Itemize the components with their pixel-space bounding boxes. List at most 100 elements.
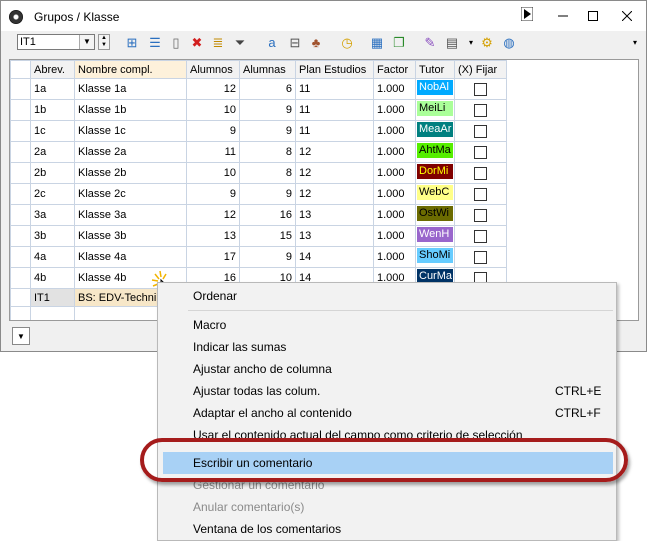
menu-item-ajustar-ancho[interactable]: Ajustar ancho de columna bbox=[193, 362, 332, 376]
cell-alumnos[interactable]: 11 bbox=[186, 141, 240, 163]
toolbar-overflow-icon[interactable]: ▾ bbox=[627, 35, 643, 51]
spin-buttons[interactable]: ▲ ▼ bbox=[98, 34, 110, 50]
table-row[interactable]: 3a Klasse 3a 12 16 13 1.000 OstWi bbox=[10, 204, 507, 226]
filter-icon[interactable]: ⏷ bbox=[232, 35, 248, 51]
cell-fijar[interactable] bbox=[454, 162, 507, 184]
cell-plan[interactable]: 12 bbox=[295, 183, 374, 205]
table-row[interactable]: 4a Klasse 4a 17 9 14 1.000 ShoMi bbox=[10, 246, 507, 268]
cell-plan[interactable]: 11 bbox=[295, 120, 374, 142]
row-header[interactable] bbox=[10, 288, 31, 307]
maximize-button[interactable] bbox=[579, 3, 607, 29]
cell-alumnas[interactable]: 16 bbox=[239, 204, 296, 226]
cell-plan[interactable]: 13 bbox=[295, 225, 374, 247]
menu-item-ventana-comentarios[interactable]: Ventana de los comentarios bbox=[193, 522, 341, 536]
settings-doc-icon[interactable]: ▤ bbox=[444, 35, 460, 51]
menu-item-indicar-sumas[interactable]: Indicar las sumas bbox=[193, 340, 286, 354]
row-header[interactable] bbox=[10, 78, 31, 100]
spelling-icon[interactable]: a bbox=[264, 35, 280, 51]
fijar-checkbox[interactable] bbox=[474, 166, 487, 180]
cell-plan[interactable]: 14 bbox=[295, 246, 374, 268]
fijar-checkbox[interactable] bbox=[474, 187, 487, 201]
row-header[interactable] bbox=[10, 99, 31, 121]
class-selector-combo[interactable]: IT1 ▼ bbox=[17, 34, 95, 50]
fijar-checkbox[interactable] bbox=[474, 145, 487, 159]
new-document-icon[interactable]: ▯ bbox=[168, 35, 184, 51]
list-icon[interactable]: ☰ bbox=[147, 35, 163, 51]
cell-alumnos[interactable]: 17 bbox=[186, 246, 240, 268]
cell-alumnas[interactable]: 9 bbox=[239, 120, 296, 142]
cell-abrev[interactable]: 2c bbox=[30, 183, 75, 205]
chevron-down-icon[interactable]: ▼ bbox=[12, 327, 30, 345]
cell-fijar[interactable] bbox=[454, 99, 507, 121]
cell-tutor[interactable]: AhtMa bbox=[415, 141, 455, 163]
table-row[interactable]: 1c Klasse 1c 9 9 11 1.000 MeaAr bbox=[10, 120, 507, 142]
cell-tutor[interactable]: MeaAr bbox=[415, 120, 455, 142]
cell-abrev[interactable]: 3a bbox=[30, 204, 75, 226]
cell-fijar[interactable] bbox=[454, 246, 507, 268]
col-header-nombre[interactable]: Nombre compl. bbox=[74, 60, 187, 79]
cell-alumnas[interactable]: 15 bbox=[239, 225, 296, 247]
cell-nombre[interactable]: Klasse 2a bbox=[74, 141, 187, 163]
cell-tutor[interactable]: MeiLi bbox=[415, 99, 455, 121]
cell-abrev[interactable]: 1a bbox=[30, 78, 75, 100]
cell-nombre[interactable]: Klasse 2c bbox=[74, 183, 187, 205]
row-header[interactable] bbox=[10, 246, 31, 268]
row-header[interactable] bbox=[10, 120, 31, 142]
cell-tutor[interactable]: WebC bbox=[415, 183, 455, 205]
cell-factor[interactable]: 1.000 bbox=[373, 225, 416, 247]
cell-nombre[interactable]: Klasse 4a bbox=[74, 246, 187, 268]
cell-alumnos[interactable]: 10 bbox=[186, 162, 240, 184]
menu-item-ordenar[interactable]: Ordenar bbox=[193, 289, 237, 303]
table-row[interactable]: 2a Klasse 2a 11 8 12 1.000 AhtMa bbox=[10, 141, 507, 163]
cell-abrev[interactable]: 4a bbox=[30, 246, 75, 268]
cell-abrev[interactable]: 3b bbox=[30, 225, 75, 247]
dropdown-arrow-icon[interactable]: ▾ bbox=[463, 35, 479, 51]
cell-tutor[interactable]: NobAl bbox=[415, 78, 455, 100]
cell-alumnas[interactable]: 9 bbox=[239, 246, 296, 268]
fijar-checkbox[interactable] bbox=[474, 229, 487, 243]
cell-alumnas[interactable]: 9 bbox=[239, 99, 296, 121]
cell-factor[interactable]: 1.000 bbox=[373, 204, 416, 226]
empty-cell[interactable] bbox=[30, 306, 75, 320]
menu-item-macro[interactable]: Macro bbox=[193, 318, 226, 332]
cell-tutor[interactable]: ShoMi bbox=[415, 246, 455, 268]
calendar-icon[interactable]: ▦ bbox=[369, 35, 385, 51]
cell-factor[interactable]: 1.000 bbox=[373, 183, 416, 205]
delete-icon[interactable]: ✖ bbox=[189, 35, 205, 51]
row-header[interactable] bbox=[10, 183, 31, 205]
cell-factor[interactable]: 1.000 bbox=[373, 162, 416, 184]
row-header[interactable] bbox=[10, 204, 31, 226]
menu-item-adaptar[interactable]: Adaptar el ancho al contenido CTRL+F bbox=[193, 406, 601, 420]
fijar-checkbox[interactable] bbox=[474, 82, 487, 96]
cell-alumnas[interactable]: 8 bbox=[239, 162, 296, 184]
cell-factor[interactable]: 1.000 bbox=[373, 246, 416, 268]
table-row[interactable]: 1b Klasse 1b 10 9 11 1.000 MeiLi bbox=[10, 99, 507, 121]
minimize-button[interactable] bbox=[549, 3, 577, 29]
cell-nombre[interactable]: Klasse 3a bbox=[74, 204, 187, 226]
col-header-alumnos[interactable]: Alumnos bbox=[186, 60, 240, 79]
cell-fijar[interactable] bbox=[454, 120, 507, 142]
fijar-checkbox[interactable] bbox=[474, 250, 487, 264]
cell-fijar[interactable] bbox=[454, 141, 507, 163]
tools-icon[interactable]: ✎ bbox=[422, 35, 438, 51]
cell-tutor[interactable]: WenH bbox=[415, 225, 455, 247]
menu-item-ajustar-todas[interactable]: Ajustar todas las colum. CTRL+E bbox=[193, 384, 601, 398]
cell-factor[interactable]: 1.000 bbox=[373, 78, 416, 100]
columns-icon[interactable]: ⊟ bbox=[287, 35, 303, 51]
cell-abrev[interactable]: 2a bbox=[30, 141, 75, 163]
cell-alumnas[interactable]: 8 bbox=[239, 141, 296, 163]
cell-factor[interactable]: 1.000 bbox=[373, 141, 416, 163]
cell-factor[interactable]: 1.000 bbox=[373, 99, 416, 121]
cell-nombre[interactable]: Klasse 1a bbox=[74, 78, 187, 100]
fijar-checkbox[interactable] bbox=[474, 208, 487, 222]
col-header-alumnas[interactable]: Alumnas bbox=[239, 60, 296, 79]
table-row[interactable]: 3b Klasse 3b 13 15 13 1.000 WenH bbox=[10, 225, 507, 247]
cell-alumnos[interactable]: 9 bbox=[186, 120, 240, 142]
table-row[interactable]: 2b Klasse 2b 10 8 12 1.000 DorMi bbox=[10, 162, 507, 184]
cell-fijar[interactable] bbox=[454, 204, 507, 226]
cell-plan[interactable]: 11 bbox=[295, 78, 374, 100]
play-icon[interactable] bbox=[513, 3, 541, 29]
cell-alumnos[interactable]: 9 bbox=[186, 183, 240, 205]
cell-nombre[interactable]: Klasse 1b bbox=[74, 99, 187, 121]
empty-cell[interactable] bbox=[10, 306, 31, 320]
